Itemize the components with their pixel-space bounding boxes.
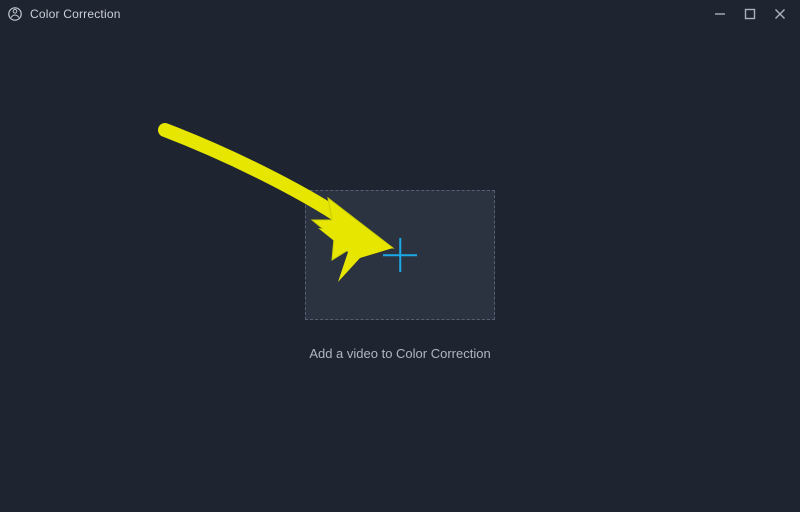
close-button[interactable] xyxy=(772,6,788,22)
add-video-dropzone[interactable] xyxy=(305,190,495,320)
window-title: Color Correction xyxy=(30,7,121,21)
window-controls xyxy=(712,6,794,22)
content-area: Add a video to Color Correction xyxy=(0,28,800,512)
maximize-button[interactable] xyxy=(742,6,758,22)
plus-icon xyxy=(383,238,417,272)
titlebar: Color Correction xyxy=(0,0,800,28)
minimize-button[interactable] xyxy=(712,6,728,22)
dropzone-caption: Add a video to Color Correction xyxy=(0,346,800,361)
app-window: Color Correction Add a video to Color Co… xyxy=(0,0,800,512)
app-circle-icon xyxy=(6,5,24,23)
